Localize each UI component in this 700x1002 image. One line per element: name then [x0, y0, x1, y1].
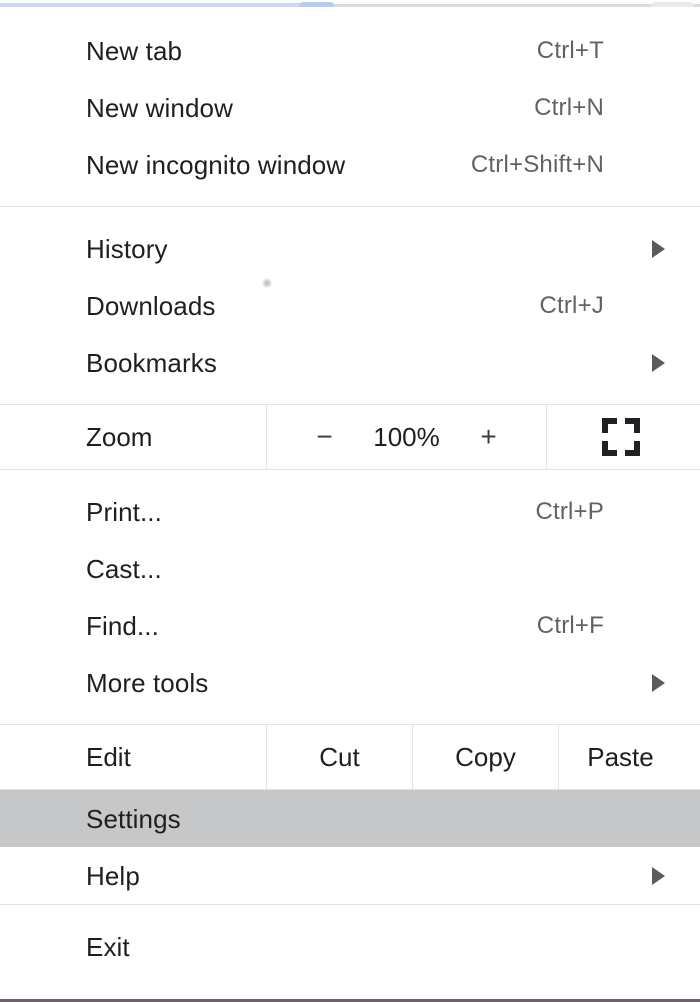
menu-group-browsing: History Downloads Ctrl+J Bookmarks: [0, 206, 700, 404]
menu-item-settings[interactable]: Settings: [0, 790, 700, 847]
edit-row: Edit Cut Copy Paste: [0, 725, 700, 789]
menu-item-shortcut: Ctrl+N: [534, 93, 604, 121]
menu-group-zoom: Zoom − 100% +: [0, 404, 700, 469]
menu-item-history[interactable]: History: [0, 220, 700, 277]
edit-label: Edit: [86, 741, 131, 772]
fullscreen-corner-bottom-left: [601, 441, 617, 456]
menu-item-label: More tools: [86, 667, 209, 698]
menu-item-shortcut: Ctrl+J: [539, 291, 604, 319]
menu-item-label: New incognito window: [86, 149, 346, 180]
chrome-main-menu: New tab Ctrl+T New window Ctrl+N New inc…: [0, 9, 700, 1002]
menu-item-label: Settings: [86, 803, 181, 834]
fullscreen-corner-top-left: [601, 418, 617, 433]
menu-group-tools: Print... Ctrl+P Cast... Find... Ctrl+F M…: [0, 469, 700, 724]
zoom-row: Zoom − 100% +: [0, 405, 700, 469]
zoom-label: Zoom: [86, 421, 153, 452]
chevron-right-icon: [652, 239, 665, 258]
menu-item-more-tools[interactable]: More tools: [0, 654, 700, 711]
menu-item-shortcut: Ctrl+F: [536, 611, 604, 639]
paste-button[interactable]: Paste: [558, 725, 700, 789]
menu-item-label: Find...: [86, 610, 159, 641]
zoom-label-cell: Zoom: [0, 405, 266, 469]
menu-item-label: Downloads: [86, 290, 216, 321]
tab-accent-remnant: [300, 2, 334, 7]
menu-item-label: Cast...: [86, 553, 162, 584]
menu-item-find[interactable]: Find... Ctrl+F: [0, 597, 700, 654]
tab-right-remnant[interactable]: [652, 2, 694, 7]
menu-item-label: Exit: [86, 931, 130, 962]
menu-item-label: Bookmarks: [86, 347, 217, 378]
menu-item-bookmarks[interactable]: Bookmarks: [0, 334, 700, 391]
menu-item-print[interactable]: Print... Ctrl+P: [0, 483, 700, 540]
active-tab-remnant[interactable]: [0, 3, 332, 7]
menu-item-label: History: [86, 233, 168, 264]
menu-item-shortcut: Ctrl+T: [536, 36, 604, 64]
zoom-out-button[interactable]: −: [298, 423, 352, 451]
zoom-controls: − 100% +: [266, 405, 547, 469]
menu-item-label: Print...: [86, 496, 162, 527]
browser-tab-strip: [0, 0, 700, 9]
menu-item-label: Help: [86, 860, 140, 891]
menu-item-label: New tab: [86, 35, 183, 66]
edit-label-cell: Edit: [0, 725, 266, 789]
zoom-level-value: 100%: [373, 422, 440, 452]
menu-group-exit: Exit: [0, 904, 700, 988]
fullscreen-corner-bottom-right: [624, 441, 640, 456]
zoom-in-button[interactable]: +: [462, 423, 516, 451]
chevron-right-icon: [652, 673, 665, 692]
menu-group-edit: Edit Cut Copy Paste: [0, 724, 700, 789]
fullscreen-button[interactable]: [547, 405, 700, 469]
menu-item-shortcut: Ctrl+Shift+N: [470, 150, 604, 178]
menu-item-help[interactable]: Help: [0, 847, 700, 904]
menu-item-shortcut: Ctrl+P: [535, 497, 604, 525]
cut-button[interactable]: Cut: [266, 725, 412, 789]
chevron-right-icon: [652, 866, 665, 885]
menu-item-new-tab[interactable]: New tab Ctrl+T: [0, 22, 700, 79]
menu-item-new-window[interactable]: New window Ctrl+N: [0, 79, 700, 136]
menu-group-new: New tab Ctrl+T New window Ctrl+N New inc…: [0, 9, 700, 206]
menu-item-new-incognito-window[interactable]: New incognito window Ctrl+Shift+N: [0, 136, 700, 193]
menu-item-exit[interactable]: Exit: [0, 918, 700, 975]
menu-item-downloads[interactable]: Downloads Ctrl+J: [0, 277, 700, 334]
menu-group-settings: Settings Help: [0, 789, 700, 904]
menu-item-cast[interactable]: Cast...: [0, 540, 700, 597]
fullscreen-icon: [601, 418, 640, 456]
chevron-right-icon: [652, 353, 665, 372]
copy-button[interactable]: Copy: [412, 725, 558, 789]
menu-item-label: New window: [86, 92, 233, 123]
fullscreen-corner-top-right: [624, 418, 640, 433]
